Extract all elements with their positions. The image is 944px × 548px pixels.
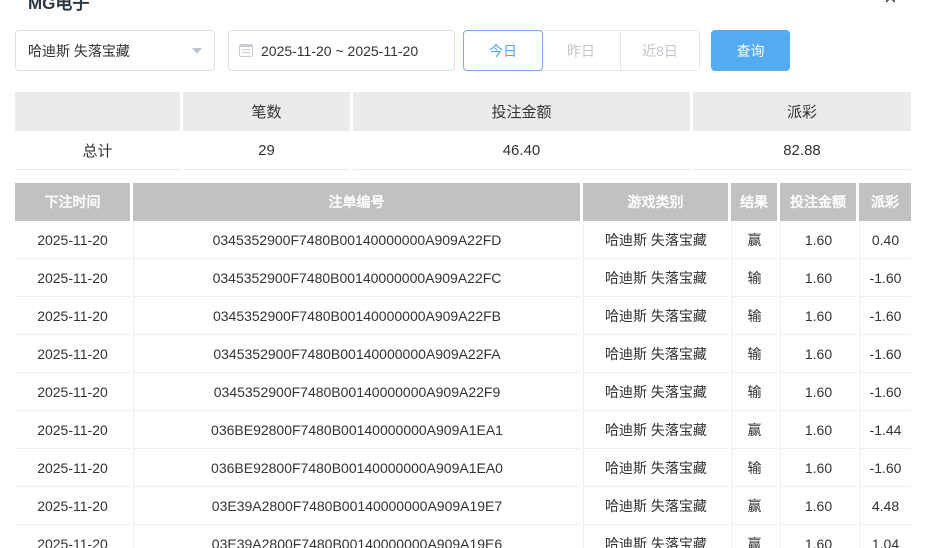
cell-order-number: 036BE92800F7480B00140000000A909A1EA1 bbox=[133, 411, 580, 449]
cell-order-number: 0345352900F7480B00140000000A909A22FA bbox=[133, 335, 580, 373]
cell-bet-amount: 1.60 bbox=[780, 335, 856, 373]
table-row: 2025-11-20 0345352900F7480B00140000000A90… bbox=[15, 221, 911, 259]
summary-header-row: 笔数 投注金额 派彩 bbox=[15, 92, 911, 131]
summary-total-row: 总计 29 46.40 82.88 bbox=[15, 131, 911, 170]
date-range-input[interactable]: 2025-11-20 ~ 2025-11-20 bbox=[228, 30, 455, 71]
quick-filter-group: 今日 昨日 近8日 bbox=[463, 30, 700, 71]
cell-payout: -1.60 bbox=[859, 449, 911, 487]
cell-result: 赢 bbox=[731, 221, 777, 259]
calendar-icon bbox=[239, 44, 253, 57]
cell-order-number: 03E39A2800F7480B00140000000A909A19E6 bbox=[133, 525, 580, 548]
cell-game-category: 哈迪斯 失落宝藏 bbox=[583, 335, 728, 373]
table-row: 2025-11-20 0345352900F7480B00140000000A90… bbox=[15, 259, 911, 297]
cell-bet-time: 2025-11-20 bbox=[15, 221, 130, 259]
cell-game-category: 哈迪斯 失落宝藏 bbox=[583, 449, 728, 487]
cell-bet-time: 2025-11-20 bbox=[15, 525, 130, 548]
search-button[interactable]: 查询 bbox=[711, 30, 790, 71]
cell-game-category: 哈迪斯 失落宝藏 bbox=[583, 411, 728, 449]
quick-filter-button-2[interactable]: 近8日 bbox=[620, 31, 699, 70]
cell-result: 输 bbox=[731, 373, 777, 411]
cell-game-category: 哈迪斯 失落宝藏 bbox=[583, 487, 728, 525]
cell-bet-amount: 1.60 bbox=[780, 449, 856, 487]
records-header-cell-0: 下注时间 bbox=[15, 183, 130, 221]
table-row: 2025-11-20 036BE92800F7480B00140000000A90… bbox=[15, 449, 911, 487]
filter-bar: 哈迪斯 失落宝藏 2025-11-20 ~ 2025-11-20 今日 昨日 近8日… bbox=[0, 30, 944, 71]
cell-bet-amount: 1.60 bbox=[780, 221, 856, 259]
summary-count: 29 bbox=[183, 131, 350, 170]
cell-bet-time: 2025-11-20 bbox=[15, 335, 130, 373]
records-header-cell-1: 注单编号 bbox=[133, 183, 580, 221]
close-icon[interactable]: × bbox=[884, 0, 897, 9]
cell-bet-time: 2025-11-20 bbox=[15, 373, 130, 411]
cell-game-category: 哈迪斯 失落宝藏 bbox=[583, 373, 728, 411]
table-row: 2025-11-20 0345352900F7480B00140000000A90… bbox=[15, 335, 911, 373]
summary-header-cell-1: 笔数 bbox=[183, 92, 350, 131]
summary-bet-amount: 46.40 bbox=[353, 131, 690, 170]
table-row: 2025-11-20 0345352900F7480B00140000000A90… bbox=[15, 373, 911, 411]
summary-header-cell-0 bbox=[15, 92, 180, 131]
cell-payout: -1.60 bbox=[859, 297, 911, 335]
cell-result: 输 bbox=[731, 449, 777, 487]
game-select-value: 哈迪斯 失落宝藏 bbox=[28, 42, 130, 59]
cell-result: 赢 bbox=[731, 487, 777, 525]
records-table: 下注时间 注单编号 游戏类别 结果 投注金额 派彩 2025-11-20 034535290… bbox=[15, 183, 911, 548]
cell-bet-amount: 1.60 bbox=[780, 259, 856, 297]
cell-bet-time: 2025-11-20 bbox=[15, 487, 130, 525]
cell-order-number: 0345352900F7480B00140000000A909A22FC bbox=[133, 259, 580, 297]
quick-filter-button-1[interactable]: 昨日 bbox=[542, 31, 620, 70]
cell-game-category: 哈迪斯 失落宝藏 bbox=[583, 297, 728, 335]
cell-result: 输 bbox=[731, 335, 777, 373]
cell-payout: 0.40 bbox=[859, 221, 911, 259]
cell-order-number: 0345352900F7480B00140000000A909A22FB bbox=[133, 297, 580, 335]
records-body: 2025-11-20 0345352900F7480B00140000000A90… bbox=[15, 221, 911, 548]
cell-bet-amount: 1.60 bbox=[780, 297, 856, 335]
records-header-cell-2: 游戏类别 bbox=[583, 183, 728, 221]
summary-table: 笔数 投注金额 派彩 总计 29 46.40 82.88 bbox=[15, 92, 911, 170]
cell-game-category: 哈迪斯 失落宝藏 bbox=[583, 259, 728, 297]
cell-bet-amount: 1.60 bbox=[780, 525, 856, 548]
game-select[interactable]: 哈迪斯 失落宝藏 bbox=[15, 30, 215, 71]
records-header-cell-5: 派彩 bbox=[859, 183, 911, 221]
cell-order-number: 03E39A2800F7480B00140000000A909A19E7 bbox=[133, 487, 580, 525]
cell-order-number: 0345352900F7480B00140000000A909A22F9 bbox=[133, 373, 580, 411]
cell-result: 输 bbox=[731, 297, 777, 335]
cell-result: 赢 bbox=[731, 525, 777, 548]
cell-result: 赢 bbox=[731, 411, 777, 449]
records-header-row: 下注时间 注单编号 游戏类别 结果 投注金额 派彩 bbox=[15, 183, 911, 221]
cell-order-number: 036BE92800F7480B00140000000A909A1EA0 bbox=[133, 449, 580, 487]
quick-filter-button-0[interactable]: 今日 bbox=[463, 30, 543, 71]
cell-game-category: 哈迪斯 失落宝藏 bbox=[583, 221, 728, 259]
cell-payout: -1.60 bbox=[859, 259, 911, 297]
table-row: 2025-11-20 03E39A2800F7480B00140000000A90… bbox=[15, 525, 911, 548]
summary-header-cell-2: 投注金额 bbox=[353, 92, 690, 131]
cell-bet-amount: 1.60 bbox=[780, 487, 856, 525]
cell-payout: -1.60 bbox=[859, 373, 911, 411]
summary-total-label: 总计 bbox=[15, 131, 180, 170]
table-row: 2025-11-20 03E39A2800F7480B00140000000A90… bbox=[15, 487, 911, 525]
chevron-down-icon bbox=[192, 47, 202, 54]
dialog-title: MG电子 bbox=[28, 0, 90, 13]
cell-result: 输 bbox=[731, 259, 777, 297]
cell-payout: 1.04 bbox=[859, 525, 911, 548]
cell-bet-amount: 1.60 bbox=[780, 411, 856, 449]
cell-payout: -1.44 bbox=[859, 411, 911, 449]
cell-bet-amount: 1.60 bbox=[780, 373, 856, 411]
cell-payout: 4.48 bbox=[859, 487, 911, 525]
date-range-value: 2025-11-20 ~ 2025-11-20 bbox=[261, 42, 419, 59]
cell-order-number: 0345352900F7480B00140000000A909A22FD bbox=[133, 221, 580, 259]
cell-payout: -1.60 bbox=[859, 335, 911, 373]
cell-game-category: 哈迪斯 失落宝藏 bbox=[583, 525, 728, 548]
game-records-dialog: MG电子 × 哈迪斯 失落宝藏 2025-11-20 ~ 2025-11-20 … bbox=[0, 0, 944, 548]
summary-payout: 82.88 bbox=[693, 131, 911, 170]
cell-bet-time: 2025-11-20 bbox=[15, 449, 130, 487]
cell-bet-time: 2025-11-20 bbox=[15, 297, 130, 335]
table-row: 2025-11-20 036BE92800F7480B00140000000A90… bbox=[15, 411, 911, 449]
cell-bet-time: 2025-11-20 bbox=[15, 411, 130, 449]
cell-bet-time: 2025-11-20 bbox=[15, 259, 130, 297]
summary-header-cell-3: 派彩 bbox=[693, 92, 911, 131]
records-header-cell-3: 结果 bbox=[731, 183, 777, 221]
records-header-cell-4: 投注金额 bbox=[780, 183, 856, 221]
table-row: 2025-11-20 0345352900F7480B00140000000A90… bbox=[15, 297, 911, 335]
